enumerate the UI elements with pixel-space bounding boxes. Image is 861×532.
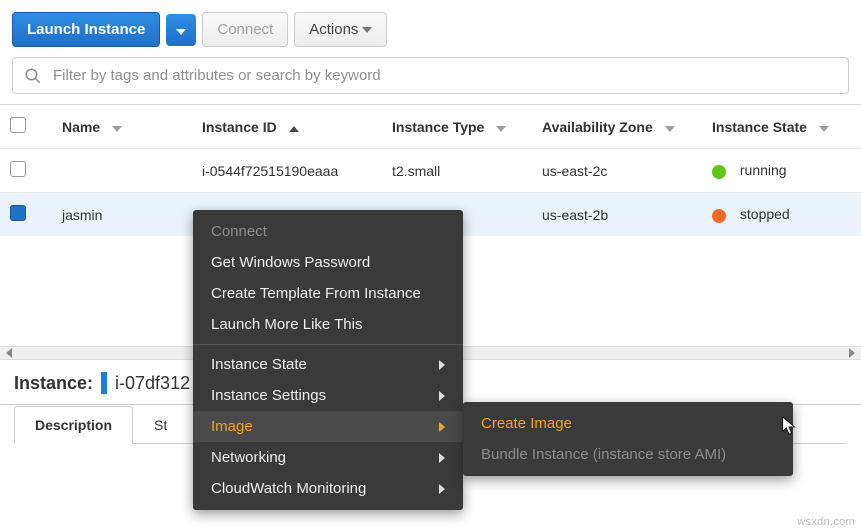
- ctx-image[interactable]: Image: [193, 411, 463, 442]
- cell-az: us-east-2b: [532, 193, 702, 237]
- cursor-icon: [778, 415, 800, 437]
- watermark-text: wsxdn.com: [797, 516, 855, 528]
- launch-instance-label: Launch Instance: [27, 21, 145, 38]
- ctx-networking[interactable]: Networking: [193, 442, 463, 473]
- search-icon: [24, 67, 42, 85]
- col-az-label: Availability Zone: [542, 119, 653, 135]
- col-state-label: Instance State: [712, 119, 807, 135]
- col-instance-type-label: Instance Type: [392, 119, 484, 135]
- menu-separator: [193, 344, 463, 345]
- cell-name: jasmin: [52, 193, 192, 237]
- connect-label: Connect: [217, 21, 273, 38]
- actions-button[interactable]: Actions: [294, 12, 387, 47]
- chevron-right-icon: [439, 360, 445, 370]
- chevron-right-icon: [439, 422, 445, 432]
- col-name[interactable]: Name: [52, 105, 192, 149]
- col-instance-type[interactable]: Instance Type: [382, 105, 532, 149]
- col-instance-id[interactable]: Instance ID: [192, 105, 382, 149]
- cell-state: running: [702, 149, 861, 193]
- cell-az: us-east-2c: [532, 149, 702, 193]
- sort-asc-icon: [289, 126, 299, 132]
- ctx-cloudwatch[interactable]: CloudWatch Monitoring: [193, 473, 463, 504]
- col-az[interactable]: Availability Zone: [532, 105, 702, 149]
- select-all-checkbox[interactable]: [10, 117, 26, 133]
- image-submenu: Create Image Bundle Instance (instance s…: [463, 402, 793, 476]
- tab-status-truncated[interactable]: St: [133, 406, 188, 444]
- ctx-instance-settings[interactable]: Instance Settings: [193, 380, 463, 411]
- chevron-right-icon: [439, 484, 445, 494]
- cell-instance-type: t2.small: [382, 149, 532, 193]
- scroll-left-icon[interactable]: [0, 347, 18, 359]
- tab-description-label: Description: [35, 417, 112, 433]
- sort-icon: [112, 126, 122, 132]
- ctx-create-template[interactable]: Create Template From Instance: [193, 278, 463, 309]
- search-container: [0, 57, 861, 104]
- state-indicator-icon: [712, 209, 726, 223]
- row-checkbox[interactable]: [10, 161, 26, 177]
- ctx-get-windows-password[interactable]: Get Windows Password: [193, 247, 463, 278]
- table-header-row: Name Instance ID Instance Type Availabil…: [0, 105, 861, 149]
- tab-status-label: St: [154, 417, 167, 433]
- ctx-bundle-instance: Bundle Instance (instance store AMI): [463, 439, 793, 470]
- chevron-down-icon: [362, 27, 372, 33]
- ctx-create-image[interactable]: Create Image: [463, 408, 793, 439]
- cell-state: stopped: [702, 193, 861, 237]
- sort-icon: [665, 126, 675, 132]
- scroll-right-icon[interactable]: [843, 347, 861, 359]
- sort-icon: [496, 126, 506, 132]
- chevron-right-icon: [439, 391, 445, 401]
- launch-instance-dropdown[interactable]: [166, 14, 196, 46]
- cell-name: [52, 149, 192, 193]
- col-instance-id-label: Instance ID: [202, 119, 277, 135]
- launch-instance-button[interactable]: Launch Instance: [12, 12, 160, 47]
- selection-marker-icon: [101, 372, 107, 394]
- chevron-down-icon: [176, 29, 186, 35]
- actions-label: Actions: [309, 21, 358, 38]
- context-menu: Connect Get Windows Password Create Temp…: [193, 210, 463, 510]
- col-name-label: Name: [62, 119, 100, 135]
- connect-button: Connect: [202, 12, 288, 47]
- detail-instance-id: i-07df312: [115, 373, 190, 394]
- state-indicator-icon: [712, 165, 726, 179]
- sort-icon: [819, 126, 829, 132]
- detail-label: Instance:: [14, 373, 93, 394]
- col-state[interactable]: Instance State: [702, 105, 861, 149]
- chevron-right-icon: [439, 453, 445, 463]
- table-row[interactable]: i-0544f72515190eaaa t2.small us-east-2c …: [0, 149, 861, 193]
- cell-instance-id: i-0544f72515190eaaa: [192, 149, 382, 193]
- ctx-connect: Connect: [193, 216, 463, 247]
- ctx-launch-more[interactable]: Launch More Like This: [193, 309, 463, 340]
- top-toolbar: Launch Instance Connect Actions: [0, 0, 861, 57]
- row-checkbox[interactable]: [10, 205, 26, 221]
- ctx-instance-state[interactable]: Instance State: [193, 349, 463, 380]
- search-input[interactable]: [12, 57, 849, 94]
- tab-description[interactable]: Description: [14, 406, 133, 444]
